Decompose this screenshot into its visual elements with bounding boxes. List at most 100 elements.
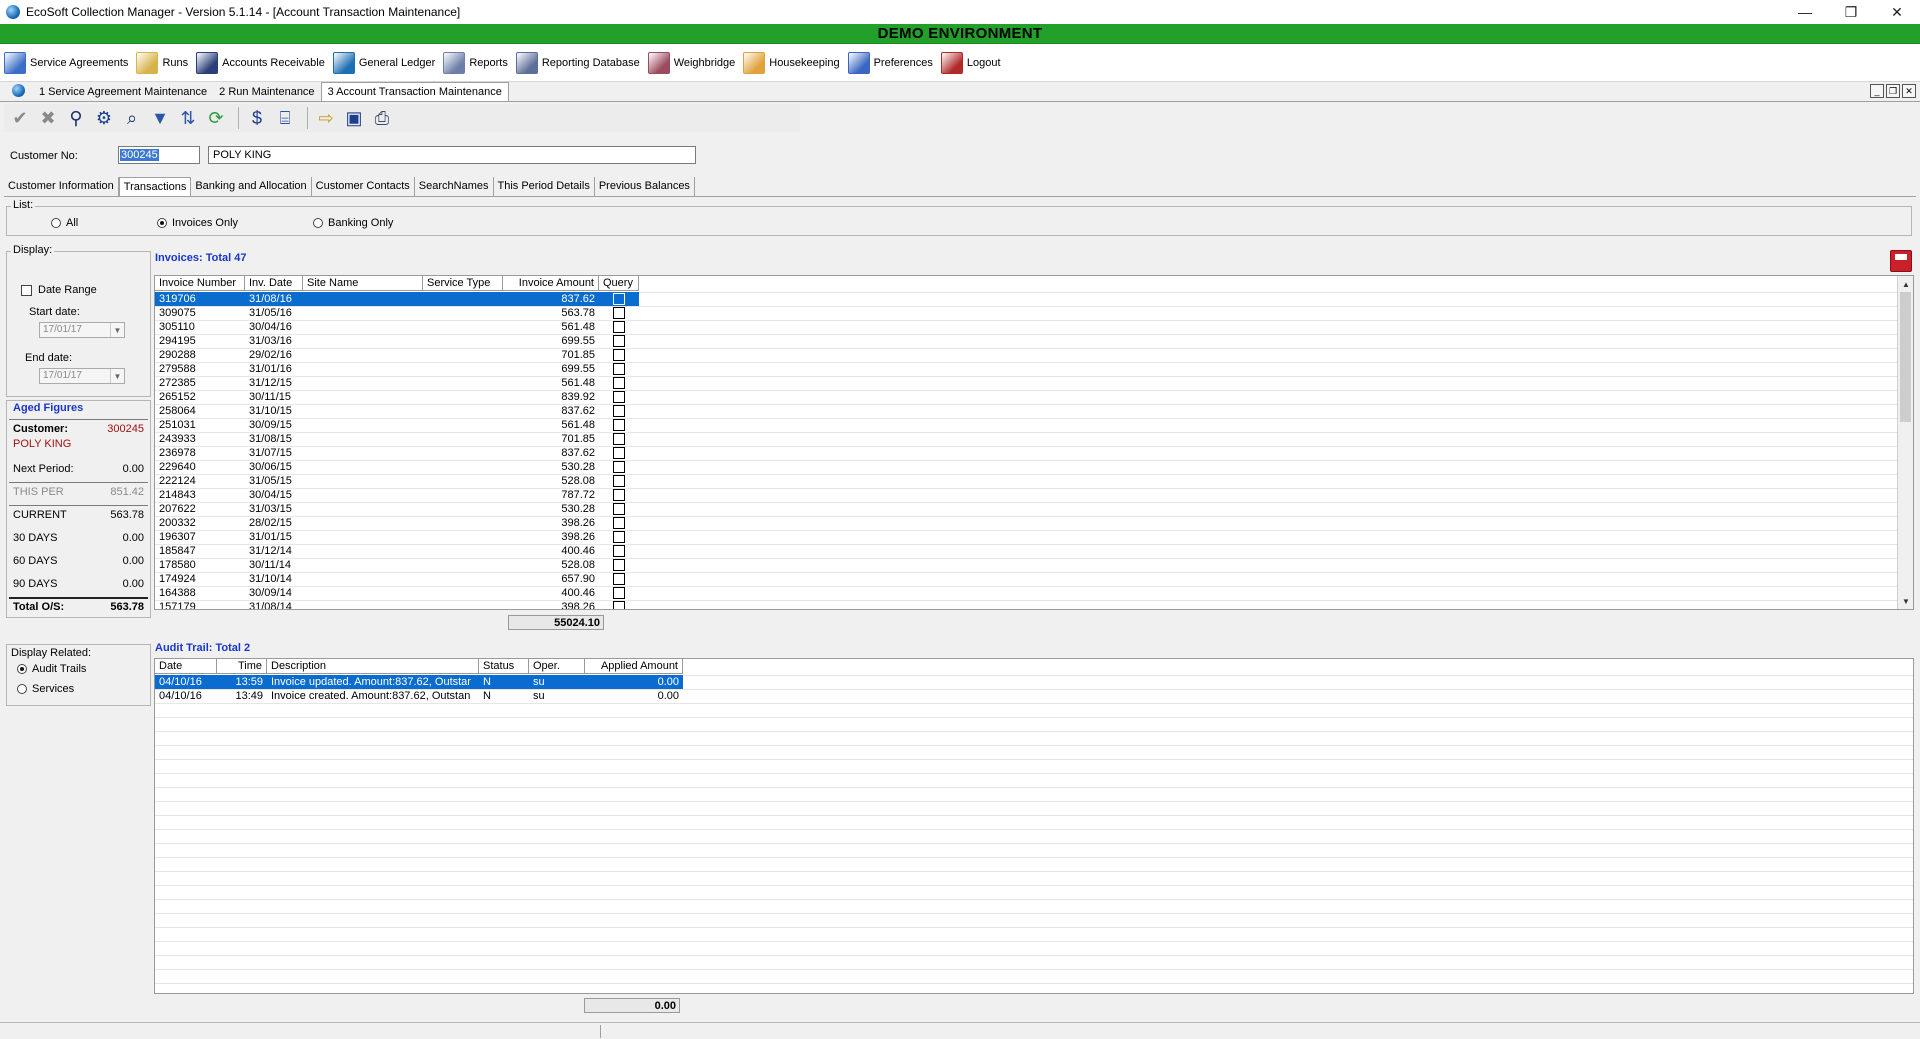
menu-accounts-receivable[interactable]: Accounts Receivable — [196, 51, 325, 74]
document-tab-3[interactable]: 3 Account Transaction Maintenance — [320, 82, 509, 101]
query-checkbox[interactable] — [613, 391, 625, 403]
radio-button[interactable] — [51, 218, 61, 228]
table-row[interactable]: 229640 30/06/15 530.28 — [155, 460, 1897, 474]
table-row[interactable]: 174924 31/10/14 657.90 — [155, 572, 1897, 586]
tab-previous-balances[interactable]: Previous Balances — [595, 177, 695, 196]
menu-service-agreements[interactable]: Service Agreements — [4, 51, 128, 74]
table-row[interactable]: 164388 30/09/14 400.46 — [155, 586, 1897, 600]
list-option-invoices-only[interactable]: Invoices Only — [157, 217, 238, 229]
column-header[interactable]: Inv. Date — [245, 276, 303, 290]
customer-name-field[interactable]: POLY KING — [208, 146, 696, 164]
table-row[interactable]: 251031 30/09/15 561.48 — [155, 418, 1897, 432]
column-header[interactable]: Service Type — [423, 276, 503, 290]
column-header[interactable]: Description — [267, 659, 479, 673]
chevron-down-icon[interactable]: ▼ — [110, 323, 124, 337]
find-record-icon[interactable]: ⚙ — [92, 106, 116, 130]
column-header[interactable]: Applied Amount — [585, 659, 683, 673]
start-date-input[interactable]: 17/01/17 ▼ — [39, 322, 125, 338]
column-header[interactable]: Status — [479, 659, 529, 673]
query-checkbox[interactable] — [613, 335, 625, 347]
query-checkbox[interactable] — [613, 601, 625, 609]
end-date-input[interactable]: 17/01/17 ▼ — [39, 368, 125, 384]
table-row[interactable]: 294195 31/03/16 699.55 — [155, 334, 1897, 348]
radio-button[interactable] — [313, 218, 323, 228]
minimize-button[interactable]: — — [1782, 0, 1828, 24]
radio-button[interactable] — [17, 664, 27, 674]
table-row[interactable]: 178580 30/11/14 528.08 — [155, 558, 1897, 572]
related-option-services[interactable]: Services — [17, 683, 74, 695]
close-button[interactable]: ✕ — [1874, 0, 1920, 24]
document-tab-2[interactable]: 2 Run Maintenance — [213, 83, 320, 101]
menu-weighbridge[interactable]: Weighbridge — [647, 51, 735, 74]
document-tab-1[interactable]: 1 Service Agreement Maintenance — [33, 83, 213, 101]
table-row[interactable]: 305110 30/04/16 561.48 — [155, 320, 1897, 334]
table-row[interactable]: 272385 31/12/15 561.48 — [155, 376, 1897, 390]
query-checkbox[interactable] — [613, 419, 625, 431]
query-checkbox[interactable] — [613, 559, 625, 571]
menu-reports[interactable]: Reports — [443, 51, 508, 74]
list-option-all[interactable]: All — [51, 217, 78, 229]
query-checkbox[interactable] — [613, 307, 625, 319]
table-row[interactable]: 243933 31/08/15 701.85 — [155, 432, 1897, 446]
binoculars-icon[interactable]: ⚲ — [64, 106, 88, 130]
table-row[interactable]: 265152 30/11/15 839.92 — [155, 390, 1897, 404]
table-row[interactable]: 222124 31/05/15 528.08 — [155, 474, 1897, 488]
menu-logout[interactable]: Logout — [940, 51, 1001, 74]
table-row[interactable]: 258064 31/10/15 837.62 — [155, 404, 1897, 418]
column-header[interactable]: Query — [599, 276, 639, 290]
scroll-thumb[interactable] — [1900, 292, 1911, 422]
menu-housekeeping[interactable]: Housekeeping — [743, 51, 840, 74]
sort-icon[interactable]: ⇅ — [176, 106, 200, 130]
print-icon[interactable]: ⎙ — [370, 106, 394, 130]
close-child-button[interactable]: ✕ — [1902, 84, 1916, 98]
table-row[interactable]: 309075 31/05/16 563.78 — [155, 306, 1897, 320]
query-checkbox[interactable] — [613, 363, 625, 375]
filter-icon[interactable]: ▼ — [148, 106, 172, 130]
table-row[interactable]: 319706 31/08/16 837.62 — [155, 292, 1897, 306]
column-header[interactable]: Invoice Amount — [503, 276, 599, 290]
export-icon[interactable]: ⇨ — [314, 106, 338, 130]
menu-reporting-database[interactable]: Reporting Database — [515, 51, 640, 74]
column-header[interactable]: Oper. — [529, 659, 585, 673]
scroll-down-icon[interactable]: ▼ — [1898, 593, 1913, 609]
menu-runs[interactable]: Runs — [136, 51, 188, 74]
tab-customer-information[interactable]: Customer Information — [4, 177, 119, 196]
tab-searchnames[interactable]: SearchNames — [415, 177, 494, 196]
menu-general-ledger[interactable]: General Ledger — [332, 51, 435, 74]
column-header[interactable]: Time — [217, 659, 267, 673]
list-option-banking-only[interactable]: Banking Only — [313, 217, 393, 229]
table-row[interactable]: 207622 31/03/15 530.28 — [155, 502, 1897, 516]
query-checkbox[interactable] — [613, 349, 625, 361]
table-row[interactable]: 290288 29/02/16 701.85 — [155, 348, 1897, 362]
query-checkbox[interactable] — [613, 377, 625, 389]
column-header[interactable]: Site Name — [303, 276, 423, 290]
cancel-icon[interactable]: ✖ — [36, 106, 60, 130]
restore-button[interactable]: ❐ — [1828, 0, 1874, 24]
chevron-down-icon[interactable]: ▼ — [110, 369, 124, 383]
date-range-checkbox[interactable]: Date Range — [21, 284, 97, 296]
accept-icon[interactable]: ✔ — [8, 106, 32, 130]
query-checkbox[interactable] — [613, 475, 625, 487]
radio-button[interactable] — [17, 684, 27, 694]
query-checkbox[interactable] — [613, 405, 625, 417]
table-row[interactable]: 185847 31/12/14 400.46 — [155, 544, 1897, 558]
query-checkbox[interactable] — [613, 573, 625, 585]
save-icon[interactable]: ▣ — [342, 106, 366, 130]
query-checkbox[interactable] — [613, 531, 625, 543]
table-row[interactable]: 200332 28/02/15 398.26 — [155, 516, 1897, 530]
tab-this-period-details[interactable]: This Period Details — [494, 177, 595, 196]
column-header[interactable]: Invoice Number — [155, 276, 245, 290]
tab-banking-and-allocation[interactable]: Banking and Allocation — [191, 177, 312, 196]
query-checkbox[interactable] — [613, 447, 625, 459]
tab-transactions[interactable]: Transactions — [118, 177, 192, 196]
query-checkbox[interactable] — [613, 545, 625, 557]
scroll-up-icon[interactable]: ▲ — [1898, 276, 1913, 292]
checkbox-box[interactable] — [21, 284, 32, 296]
query-checkbox[interactable] — [613, 321, 625, 333]
refresh-icon[interactable]: ⟳ — [204, 106, 228, 130]
payment-icon[interactable]: $ — [245, 106, 269, 130]
table-row[interactable]: 196307 31/01/15 398.26 — [155, 530, 1897, 544]
query-checkbox[interactable] — [613, 517, 625, 529]
menu-preferences[interactable]: Preferences — [847, 51, 933, 74]
table-row[interactable]: 157179 31/08/14 398.26 — [155, 600, 1897, 609]
